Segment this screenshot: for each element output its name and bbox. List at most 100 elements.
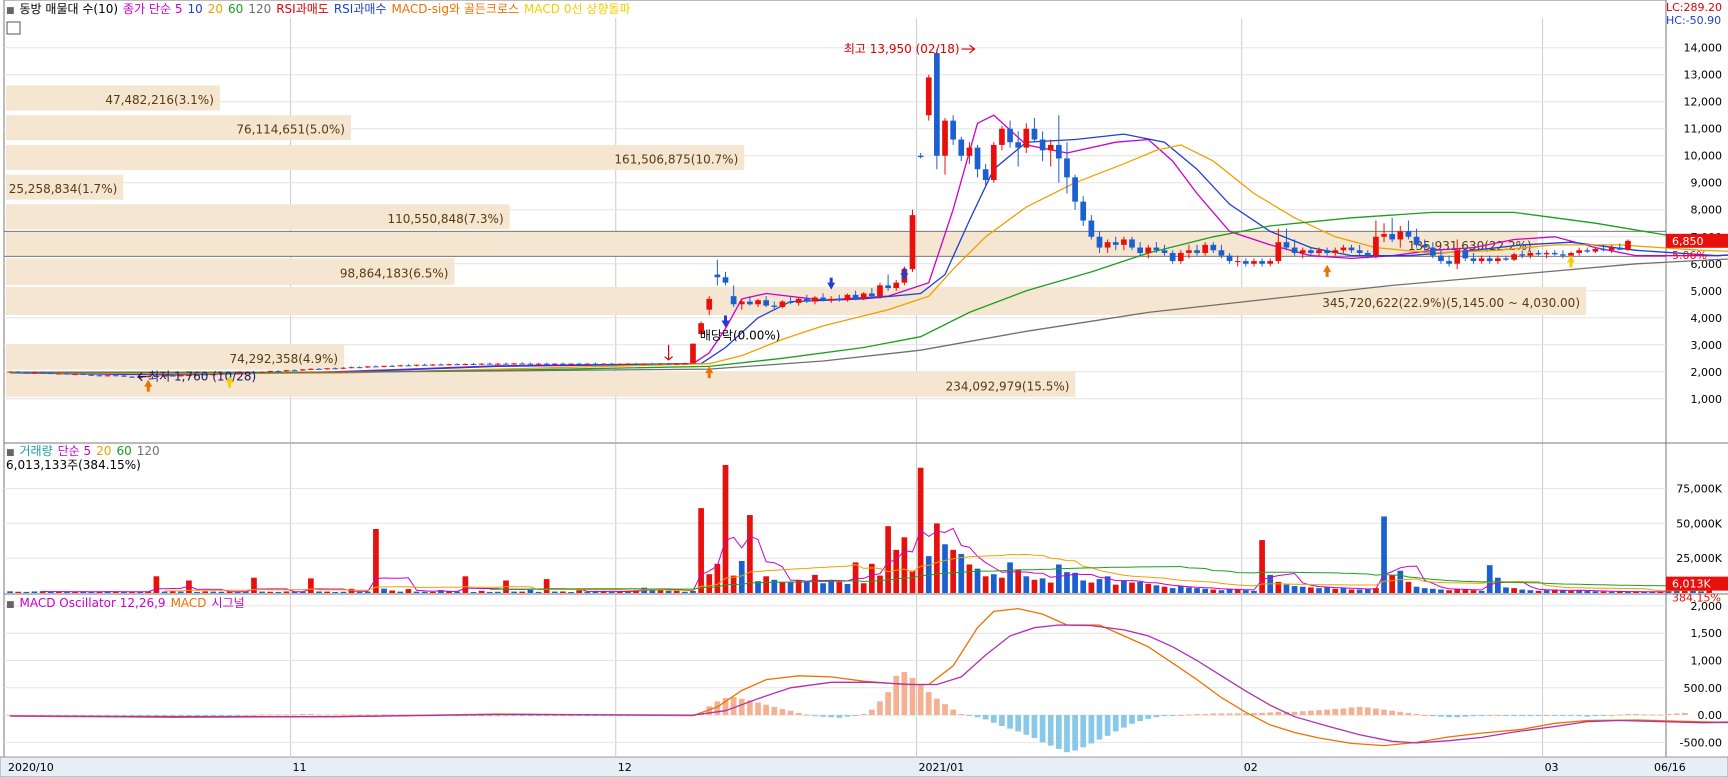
volume-bar — [462, 576, 469, 593]
price-tick-label: 10,000 — [1684, 150, 1723, 163]
macd-oscillator-bar — [1462, 715, 1469, 717]
volume-bar — [519, 591, 526, 593]
price-tick-label: 3,000 — [1691, 339, 1723, 352]
legend-item[interactable]: 단순 5 — [58, 444, 92, 458]
volume-bar — [535, 591, 542, 593]
candle-body — [413, 364, 420, 366]
macd-oscillator-bar — [299, 713, 306, 716]
legend-item[interactable]: 120 — [248, 2, 271, 16]
candle-body — [421, 364, 428, 366]
candle-body — [31, 372, 38, 374]
candle-body — [1446, 261, 1452, 264]
volume-bar — [1413, 586, 1420, 593]
price-tick-label: 14,000 — [1684, 42, 1723, 55]
macd-oscillator-bar — [738, 698, 745, 716]
dividend-arrow-icon — [664, 344, 673, 361]
legend-item[interactable]: MACD Oscillator 12,26,9 — [20, 596, 166, 610]
legend-item[interactable]: 종가 단순 5 — [123, 2, 182, 16]
candle-body — [1121, 239, 1127, 245]
volume-profile-label: 345,720,622(22.9%)(5,145.00 ~ 4,030.00) — [1322, 296, 1580, 310]
candle-body — [1031, 128, 1038, 140]
low-annotation: 최저 1,760 (10/28) — [148, 370, 256, 384]
macd-oscillator-bar — [1007, 715, 1013, 729]
candle-body — [1405, 231, 1412, 237]
volume-bar — [1486, 565, 1493, 593]
candle-body — [885, 285, 891, 289]
volume-bar — [381, 588, 387, 593]
candle-body — [1429, 247, 1436, 256]
volume-bar — [608, 591, 615, 593]
volume-bar — [1462, 589, 1469, 593]
volume-bar — [1446, 590, 1452, 593]
macd-oscillator-bar — [242, 715, 249, 717]
legend-item[interactable]: RSI과매수 — [334, 2, 387, 16]
macd-tick-label: -500.00 — [1680, 736, 1722, 749]
legend-item[interactable]: 120 — [137, 444, 160, 458]
legend-item[interactable]: 거래량 — [20, 444, 53, 458]
candle-body — [88, 374, 95, 376]
volume-bar — [1234, 589, 1241, 593]
volume-bar — [543, 579, 550, 593]
volume-bar — [1332, 588, 1339, 593]
legend-item[interactable]: 10 — [187, 2, 202, 16]
volume-bar — [470, 592, 477, 594]
candle-body — [72, 373, 78, 375]
volume-bar — [990, 574, 997, 593]
legend-item[interactable]: 60 — [116, 444, 131, 458]
candle-body — [1283, 242, 1290, 248]
macd-oscillator-bar — [1429, 715, 1436, 717]
macd-oscillator-bar — [1226, 713, 1233, 716]
volume-bar — [722, 464, 729, 593]
candle-body — [1454, 250, 1461, 264]
macd-oscillator-bar — [1234, 713, 1241, 716]
macd-oscillator-bar — [795, 712, 802, 716]
macd-oscillator-bar — [803, 714, 810, 716]
macd-oscillator-bar — [316, 714, 322, 716]
volume-bar — [877, 575, 883, 593]
volume-bar — [1600, 591, 1607, 593]
macd-oscillator-bar — [958, 713, 965, 716]
candle-body — [1373, 236, 1379, 256]
candle-body — [389, 365, 396, 367]
macd-oscillator-bar — [1177, 715, 1184, 717]
volume-bar — [1470, 590, 1477, 593]
legend-item[interactable]: MACD-sig와 골든크로스 — [391, 2, 519, 16]
candle-body — [600, 363, 607, 365]
legend-item[interactable]: 20 — [208, 2, 223, 16]
candle-body — [364, 366, 371, 368]
legend-item[interactable]: MACD 0선 상향돌파 — [524, 2, 630, 16]
candle-body — [990, 144, 997, 181]
candle-body — [999, 128, 1005, 145]
candle-body — [535, 363, 542, 365]
legend-item[interactable]: 60 — [228, 2, 243, 16]
macd-oscillator-bar — [1665, 713, 1672, 716]
macd-oscillator-bar — [1519, 715, 1526, 717]
legend-item[interactable]: 동방 매물대 수(10) — [20, 2, 119, 16]
volume-bar — [844, 583, 851, 593]
legend-item[interactable]: 시그널 — [212, 596, 245, 610]
candle-body — [373, 366, 379, 368]
volume-bar — [747, 515, 753, 593]
candle-body — [1608, 247, 1615, 251]
legend-item[interactable]: RSI과매도 — [276, 2, 329, 16]
candle-body — [1047, 144, 1054, 151]
candle-body — [576, 363, 583, 365]
macd-oscillator-bar — [1421, 715, 1428, 717]
volume-bar — [1348, 589, 1355, 593]
candle-body — [446, 364, 452, 366]
volume-bar — [251, 577, 257, 593]
volume-bar — [202, 591, 209, 593]
legend-item[interactable]: 20 — [96, 444, 111, 458]
candle-body — [1259, 261, 1265, 264]
volume-bar — [1503, 587, 1509, 593]
volume-bar — [161, 591, 168, 593]
price-tick-label: 2,000 — [1691, 366, 1723, 379]
candle-body — [7, 371, 13, 373]
legend-item[interactable]: MACD — [171, 596, 207, 610]
volume-bar — [332, 592, 339, 594]
volume-bar — [584, 591, 591, 593]
macd-oscillator-bar — [226, 715, 233, 717]
macd-oscillator-bar — [145, 715, 152, 717]
volume-bar — [405, 589, 412, 593]
volume-bar — [1519, 589, 1526, 593]
